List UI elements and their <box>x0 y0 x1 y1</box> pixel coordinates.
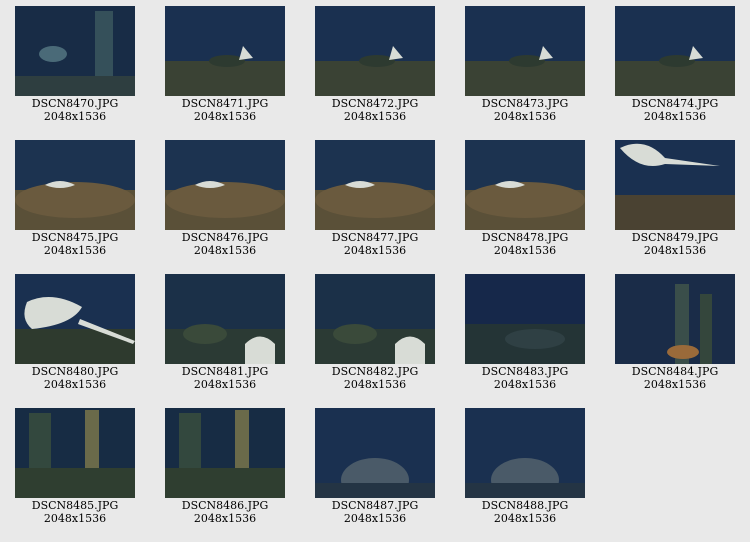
thumbnail-dimensions: 2048x1536 <box>43 512 107 525</box>
thumbnail-item[interactable]: DSCN8485.JPG 2048x1536 <box>0 402 150 536</box>
thumbnail-filename: DSCN8479.JPG <box>631 231 719 244</box>
thumbnail-filename: DSCN8486.JPG <box>181 499 269 512</box>
thumbnail-image[interactable] <box>465 140 585 230</box>
thumbnail-image[interactable] <box>315 140 435 230</box>
thumbnail-filename: DSCN8488.JPG <box>481 499 569 512</box>
thumbnail-filename: DSCN8476.JPG <box>181 231 269 244</box>
thumbnail-image[interactable] <box>15 140 135 230</box>
thumbnail-filename: DSCN8485.JPG <box>31 499 119 512</box>
thumbnail-dimensions: 2048x1536 <box>193 512 257 525</box>
thumbnail-dimensions: 2048x1536 <box>343 512 407 525</box>
thumbnail-filename: DSCN8477.JPG <box>331 231 419 244</box>
thumbnail-image[interactable] <box>315 6 435 96</box>
thumbnail-filename: DSCN8483.JPG <box>481 365 569 378</box>
thumbnail-image[interactable] <box>165 6 285 96</box>
thumbnail-image[interactable] <box>165 408 285 498</box>
thumbnail-filename: DSCN8482.JPG <box>331 365 419 378</box>
thumbnail-item[interactable]: DSCN8479.JPG 2048x1536 <box>600 134 750 268</box>
thumbnail-dimensions: 2048x1536 <box>643 378 707 391</box>
thumbnail-filename: DSCN8471.JPG <box>181 97 269 110</box>
thumbnail-dimensions: 2048x1536 <box>43 378 107 391</box>
thumbnail-dimensions: 2048x1536 <box>343 110 407 123</box>
thumbnail-filename: DSCN8487.JPG <box>331 499 419 512</box>
thumbnail-filename: DSCN8480.JPG <box>31 365 119 378</box>
thumbnail-image[interactable] <box>615 6 735 96</box>
thumbnail-dimensions: 2048x1536 <box>493 244 557 257</box>
thumbnail-dimensions: 2048x1536 <box>193 378 257 391</box>
thumbnail-image[interactable] <box>165 140 285 230</box>
thumbnail-filename: DSCN8481.JPG <box>181 365 269 378</box>
thumbnail-image[interactable] <box>615 140 735 230</box>
thumbnail-image[interactable] <box>15 274 135 364</box>
thumbnail-item[interactable]: DSCN8481.JPG 2048x1536 <box>150 268 300 402</box>
thumbnail-item[interactable]: DSCN8471.JPG 2048x1536 <box>150 0 300 134</box>
thumbnail-item[interactable]: DSCN8478.JPG 2048x1536 <box>450 134 600 268</box>
thumbnail-filename: DSCN8470.JPG <box>31 97 119 110</box>
thumbnail-item[interactable]: DSCN8472.JPG 2048x1536 <box>300 0 450 134</box>
thumbnail-filename: DSCN8472.JPG <box>331 97 419 110</box>
thumbnail-grid: DSCN8470.JPG 2048x1536 DSCN8471.JPG 2048x15… <box>0 0 750 542</box>
thumbnail-image[interactable] <box>615 274 735 364</box>
thumbnail-filename: DSCN8478.JPG <box>481 231 569 244</box>
thumbnail-dimensions: 2048x1536 <box>193 110 257 123</box>
thumbnail-item[interactable]: DSCN8482.JPG 2048x1536 <box>300 268 450 402</box>
thumbnail-item[interactable]: DSCN8470.JPG 2048x1536 <box>0 0 150 134</box>
thumbnail-item[interactable]: DSCN8477.JPG 2048x1536 <box>300 134 450 268</box>
thumbnail-dimensions: 2048x1536 <box>493 110 557 123</box>
thumbnail-item[interactable]: DSCN8487.JPG 2048x1536 <box>300 402 450 536</box>
thumbnail-item[interactable]: DSCN8476.JPG 2048x1536 <box>150 134 300 268</box>
thumbnail-image[interactable] <box>315 408 435 498</box>
thumbnail-dimensions: 2048x1536 <box>343 244 407 257</box>
thumbnail-filename: DSCN8484.JPG <box>631 365 719 378</box>
thumbnail-image[interactable] <box>465 274 585 364</box>
thumbnail-item[interactable]: DSCN8473.JPG 2048x1536 <box>450 0 600 134</box>
thumbnail-item[interactable]: DSCN8486.JPG 2048x1536 <box>150 402 300 536</box>
thumbnail-image[interactable] <box>165 274 285 364</box>
thumbnail-image[interactable] <box>465 408 585 498</box>
thumbnail-item[interactable]: DSCN8480.JPG 2048x1536 <box>0 268 150 402</box>
thumbnail-item[interactable]: DSCN8488.JPG 2048x1536 <box>450 402 600 536</box>
thumbnail-filename: DSCN8474.JPG <box>631 97 719 110</box>
thumbnail-item[interactable]: DSCN8483.JPG 2048x1536 <box>450 268 600 402</box>
thumbnail-dimensions: 2048x1536 <box>643 244 707 257</box>
thumbnail-dimensions: 2048x1536 <box>193 244 257 257</box>
thumbnail-item[interactable]: DSCN8475.JPG 2048x1536 <box>0 134 150 268</box>
thumbnail-item[interactable]: DSCN8484.JPG 2048x1536 <box>600 268 750 402</box>
thumbnail-item[interactable]: DSCN8474.JPG 2048x1536 <box>600 0 750 134</box>
thumbnail-image[interactable] <box>15 408 135 498</box>
thumbnail-image[interactable] <box>15 6 135 96</box>
thumbnail-dimensions: 2048x1536 <box>43 244 107 257</box>
thumbnail-image[interactable] <box>465 6 585 96</box>
thumbnail-dimensions: 2048x1536 <box>643 110 707 123</box>
thumbnail-dimensions: 2048x1536 <box>493 378 557 391</box>
thumbnail-dimensions: 2048x1536 <box>43 110 107 123</box>
thumbnail-image[interactable] <box>315 274 435 364</box>
thumbnail-dimensions: 2048x1536 <box>493 512 557 525</box>
thumbnail-dimensions: 2048x1536 <box>343 378 407 391</box>
thumbnail-filename: DSCN8473.JPG <box>481 97 569 110</box>
thumbnail-filename: DSCN8475.JPG <box>31 231 119 244</box>
